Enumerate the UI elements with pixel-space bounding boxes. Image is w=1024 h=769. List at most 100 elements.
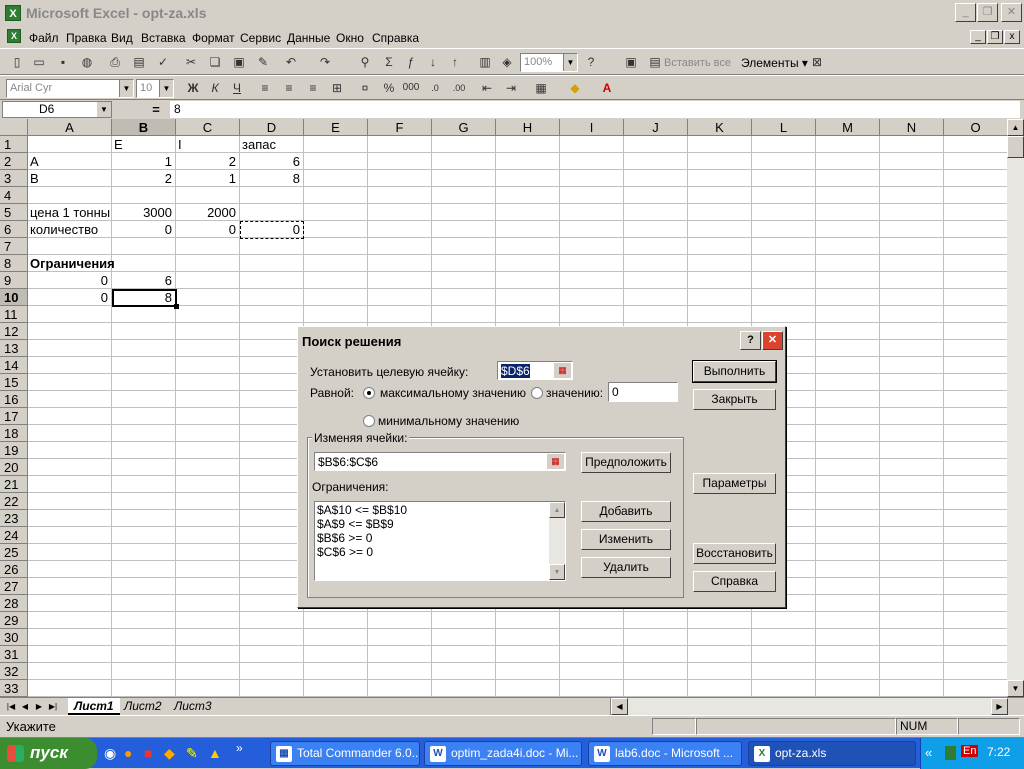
row-header[interactable]: 9 <box>0 272 28 289</box>
cell-a10[interactable]: 0 <box>28 289 110 306</box>
row-header[interactable]: 26 <box>0 561 28 578</box>
row-header[interactable]: 1 <box>0 136 28 153</box>
row-header[interactable]: 11 <box>0 306 28 323</box>
column-header[interactable]: C <box>176 119 240 136</box>
column-header[interactable]: K <box>688 119 752 136</box>
drawing-icon[interactable]: ◈ <box>498 53 516 71</box>
chevron-down-icon[interactable]: ▼ <box>97 102 111 117</box>
row-header[interactable]: 10 <box>0 289 28 306</box>
language-indicator[interactable]: En <box>961 745 979 757</box>
minimize-button[interactable]: _ <box>955 3 976 22</box>
decrease-indent-icon[interactable]: ⇤ <box>478 79 496 97</box>
menu-file[interactable]: Файл <box>29 31 59 45</box>
cell-b6[interactable]: 0 <box>112 221 174 238</box>
chevron-down-icon[interactable]: ▼ <box>563 54 577 71</box>
column-header[interactable]: B <box>112 119 176 136</box>
comma-style-icon[interactable]: 000 <box>402 79 420 97</box>
tray-icon[interactable] <box>945 746 956 760</box>
scroll-thumb[interactable] <box>1007 136 1024 158</box>
start-button[interactable]: пуск <box>0 738 97 769</box>
row-header[interactable]: 3 <box>0 170 28 187</box>
prev-sheet-icon[interactable]: ◀ <box>18 699 32 714</box>
row-header[interactable]: 19 <box>0 442 28 459</box>
column-header[interactable]: D <box>240 119 304 136</box>
quicklaunch-icon[interactable]: ● <box>124 745 132 761</box>
chart-icon[interactable]: ▥ <box>476 53 494 71</box>
doc-close-button[interactable]: x <box>1004 30 1020 44</box>
scroll-down-icon[interactable]: ▼ <box>1007 680 1024 697</box>
column-header[interactable]: O <box>944 119 1008 136</box>
row-header[interactable]: 6 <box>0 221 28 238</box>
target-cell-field[interactable]: $D$6 ▦ <box>497 361 573 380</box>
fill-color-icon[interactable]: ◆ <box>566 79 584 97</box>
cell-b5[interactable]: 3000 <box>112 204 174 221</box>
constraint-item[interactable]: $A$10 <= $B$10 <box>317 503 563 517</box>
column-header[interactable]: N <box>880 119 944 136</box>
row-header[interactable]: 22 <box>0 493 28 510</box>
spelling-icon[interactable]: ✓ <box>154 53 172 71</box>
row-header[interactable]: 28 <box>0 595 28 612</box>
doc-icon[interactable]: X <box>7 29 21 43</box>
italic-icon[interactable]: К <box>206 79 224 97</box>
menu-data[interactable]: Данные <box>287 31 330 45</box>
value-radio[interactable] <box>531 387 543 399</box>
vertical-scrollbar[interactable]: ▲ ▼ <box>1007 119 1024 697</box>
undo-icon[interactable]: ↶ <box>282 53 300 71</box>
increase-indent-icon[interactable]: ⇥ <box>502 79 520 97</box>
row-header[interactable]: 12 <box>0 323 28 340</box>
sort-desc-icon[interactable]: ↑ <box>446 53 464 71</box>
cell-b9[interactable]: 6 <box>112 272 174 289</box>
hyperlink-icon[interactable]: ⚲ <box>356 53 374 71</box>
column-header[interactable]: I <box>560 119 624 136</box>
constraint-item[interactable]: $C$6 >= 0 <box>317 545 563 559</box>
sort-asc-icon[interactable]: ↓ <box>424 53 442 71</box>
next-sheet-icon[interactable]: ▶ <box>32 699 46 714</box>
row-header[interactable]: 5 <box>0 204 28 221</box>
row-header[interactable]: 7 <box>0 238 28 255</box>
row-header[interactable]: 27 <box>0 578 28 595</box>
dialog-help-button[interactable]: ? <box>740 331 761 350</box>
font-size-combo[interactable]: 10 ▼ <box>136 79 174 98</box>
options-button[interactable]: Параметры <box>693 473 776 494</box>
dialog-close-button[interactable]: ✕ <box>762 331 783 350</box>
quicklaunch-icon[interactable]: ▲ <box>208 745 222 761</box>
column-header[interactable]: J <box>624 119 688 136</box>
cell-b2[interactable]: 1 <box>112 153 174 170</box>
close-button[interactable]: ✕ <box>1001 3 1022 22</box>
decrease-decimal-icon[interactable]: .00 <box>450 79 468 97</box>
column-header[interactable]: L <box>752 119 816 136</box>
paste-all-icon[interactable]: ▤ <box>646 53 664 71</box>
close-dialog-button[interactable]: Закрыть <box>693 389 776 410</box>
permission-icon[interactable]: ◍ <box>78 53 96 71</box>
scroll-down-icon[interactable]: ▼ <box>549 564 565 580</box>
elements-button[interactable]: Элементы ▾ <box>741 56 808 70</box>
task-word-optim[interactable]: Woptim_zada4i.doc - Mi... <box>424 741 582 766</box>
menu-edit[interactable]: Правка <box>66 31 107 45</box>
collapse-dialog-icon[interactable]: ▦ <box>554 363 571 378</box>
cell-d3[interactable]: 8 <box>240 170 302 187</box>
changing-cells-field[interactable]: $B$6:$C$6 ▦ <box>314 452 566 471</box>
sheet-tab-1[interactable]: Лист1 <box>68 698 120 715</box>
scroll-left-icon[interactable]: ◀ <box>611 698 628 715</box>
row-header[interactable]: 4 <box>0 187 28 204</box>
row-header[interactable]: 18 <box>0 425 28 442</box>
cell-b3[interactable]: 2 <box>112 170 174 187</box>
help-icon[interactable]: ? <box>582 53 600 71</box>
row-header[interactable]: 23 <box>0 510 28 527</box>
min-radio[interactable] <box>363 415 375 427</box>
task-total-commander[interactable]: ▦ Total Commander 6.0... <box>270 741 420 766</box>
menu-insert[interactable]: Вставка <box>141 31 186 45</box>
column-header[interactable]: H <box>496 119 560 136</box>
currency-icon[interactable]: ¤ <box>356 79 374 97</box>
quicklaunch-icon[interactable]: ◉ <box>104 745 116 762</box>
function-icon[interactable]: ƒ <box>402 53 420 71</box>
constraint-item[interactable]: $A$9 <= $B$9 <box>317 517 563 531</box>
row-header[interactable]: 14 <box>0 357 28 374</box>
cell-d1[interactable]: запас <box>240 136 302 153</box>
menu-help[interactable]: Справка <box>372 31 419 45</box>
cut-icon[interactable]: ✂ <box>182 53 200 71</box>
row-header[interactable]: 13 <box>0 340 28 357</box>
row-header[interactable]: 25 <box>0 544 28 561</box>
copy-icon[interactable]: ❏ <box>206 53 224 71</box>
solve-button[interactable]: Выполнить <box>692 360 777 383</box>
